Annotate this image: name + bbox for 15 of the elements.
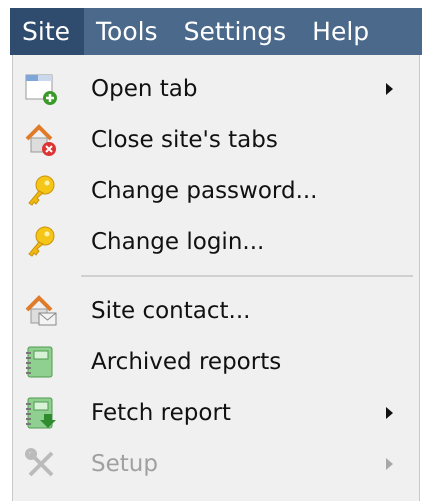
house-close-icon bbox=[24, 122, 58, 156]
menu-bar-item[interactable]: Site bbox=[10, 8, 84, 55]
menu-item[interactable]: Change login... bbox=[13, 216, 419, 267]
menu-item[interactable]: Open tab bbox=[13, 63, 419, 114]
menu-item[interactable]: Archived reports bbox=[13, 336, 419, 387]
house-mail-icon bbox=[24, 294, 58, 328]
menu-bar-item[interactable]: Tools bbox=[84, 8, 172, 55]
menu-item[interactable]: Change password... bbox=[13, 165, 419, 216]
menu-bar-item[interactable]: Help bbox=[300, 8, 384, 55]
menu-item[interactable]: Fetch report bbox=[13, 387, 419, 438]
menu-bar-item[interactable]: Settings bbox=[172, 8, 300, 55]
menu-item[interactable]: Close site's tabs bbox=[13, 114, 419, 165]
menu-item[interactable]: Site contact... bbox=[13, 285, 419, 336]
new-tab-icon bbox=[24, 72, 58, 106]
notebook-download-icon bbox=[24, 396, 58, 430]
